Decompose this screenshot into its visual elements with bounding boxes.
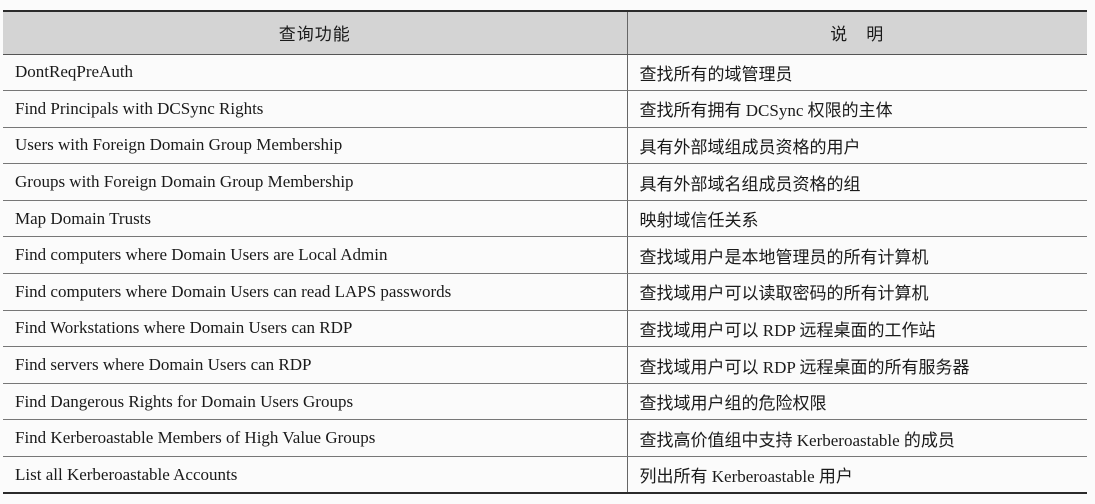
query-cell: Find Kerberoastable Members of High Valu…	[3, 419, 628, 458]
description-cell: 查找域用户可以 RDP 远程桌面的工作站	[626, 310, 1087, 348]
header-row: 查询功能 说 明	[3, 10, 1087, 55]
query-cell: DontReqPreAuth	[3, 54, 628, 92]
table-row: Find computers where Domain Users can re…	[3, 273, 1087, 311]
table-row: DontReqPreAuth 查找所有的域管理员	[3, 54, 1087, 92]
query-cell: Map Domain Trusts	[3, 200, 628, 238]
description-cell: 列出所有 Kerberoastable 用户	[626, 456, 1087, 495]
description-cell: 查找高价值组中支持 Kerberoastable 的成员	[626, 419, 1087, 458]
table-row: Find Principals with DCSync Rights 查找所有拥…	[3, 90, 1087, 128]
description-cell: 具有外部域名组成员资格的组	[626, 163, 1087, 201]
description-cell: 查找所有拥有 DCSync 权限的主体	[626, 90, 1087, 128]
query-cell: Find Dangerous Rights for Domain Users G…	[3, 383, 628, 421]
query-cell: Find computers where Domain Users can re…	[3, 273, 628, 311]
table-row: Map Domain Trusts 映射域信任关系	[3, 200, 1087, 238]
table-row: Find Dangerous Rights for Domain Users G…	[3, 383, 1087, 421]
description-cell: 查找域用户组的危险权限	[626, 383, 1087, 421]
table-body: DontReqPreAuth 查找所有的域管理员 Find Principals…	[3, 54, 1087, 495]
table-row: Find Kerberoastable Members of High Valu…	[3, 419, 1087, 458]
table-row: Find servers where Domain Users can RDP …	[3, 346, 1087, 384]
query-cell: List all Kerberoastable Accounts	[3, 456, 628, 495]
query-cell: Users with Foreign Domain Group Membersh…	[3, 127, 628, 165]
page: 查询功能 说 明 DontReqPreAuth 查找所有的域管理员 Find P…	[0, 0, 1095, 504]
description-cell: 查找域用户是本地管理员的所有计算机	[626, 236, 1087, 275]
query-cell: Groups with Foreign Domain Group Members…	[3, 163, 628, 201]
table-row: Find Workstations where Domain Users can…	[3, 310, 1087, 348]
table-row: List all Kerberoastable Accounts 列出所有 Ke…	[3, 456, 1087, 495]
query-cell: Find computers where Domain Users are Lo…	[3, 236, 628, 275]
query-cell: Find Workstations where Domain Users can…	[3, 310, 628, 348]
description-cell: 具有外部域组成员资格的用户	[626, 127, 1087, 165]
query-cell: Find servers where Domain Users can RDP	[3, 346, 628, 384]
table-row: Users with Foreign Domain Group Membersh…	[3, 127, 1087, 165]
description-cell: 查找域用户可以 RDP 远程桌面的所有服务器	[626, 346, 1087, 384]
description-cell: 映射域信任关系	[626, 200, 1087, 238]
table-row: Groups with Foreign Domain Group Members…	[3, 163, 1087, 201]
description-cell: 查找所有的域管理员	[626, 54, 1087, 92]
query-cell: Find Principals with DCSync Rights	[3, 90, 628, 128]
table-row: Find computers where Domain Users are Lo…	[3, 236, 1087, 275]
query-feature-table: 查询功能 说 明 DontReqPreAuth 查找所有的域管理员 Find P…	[3, 10, 1087, 495]
description-cell: 查找域用户可以读取密码的所有计算机	[626, 273, 1087, 311]
header-description: 说 明	[626, 10, 1087, 55]
table-header: 查询功能 说 明	[3, 10, 1087, 55]
header-query-function: 查询功能	[3, 10, 628, 55]
